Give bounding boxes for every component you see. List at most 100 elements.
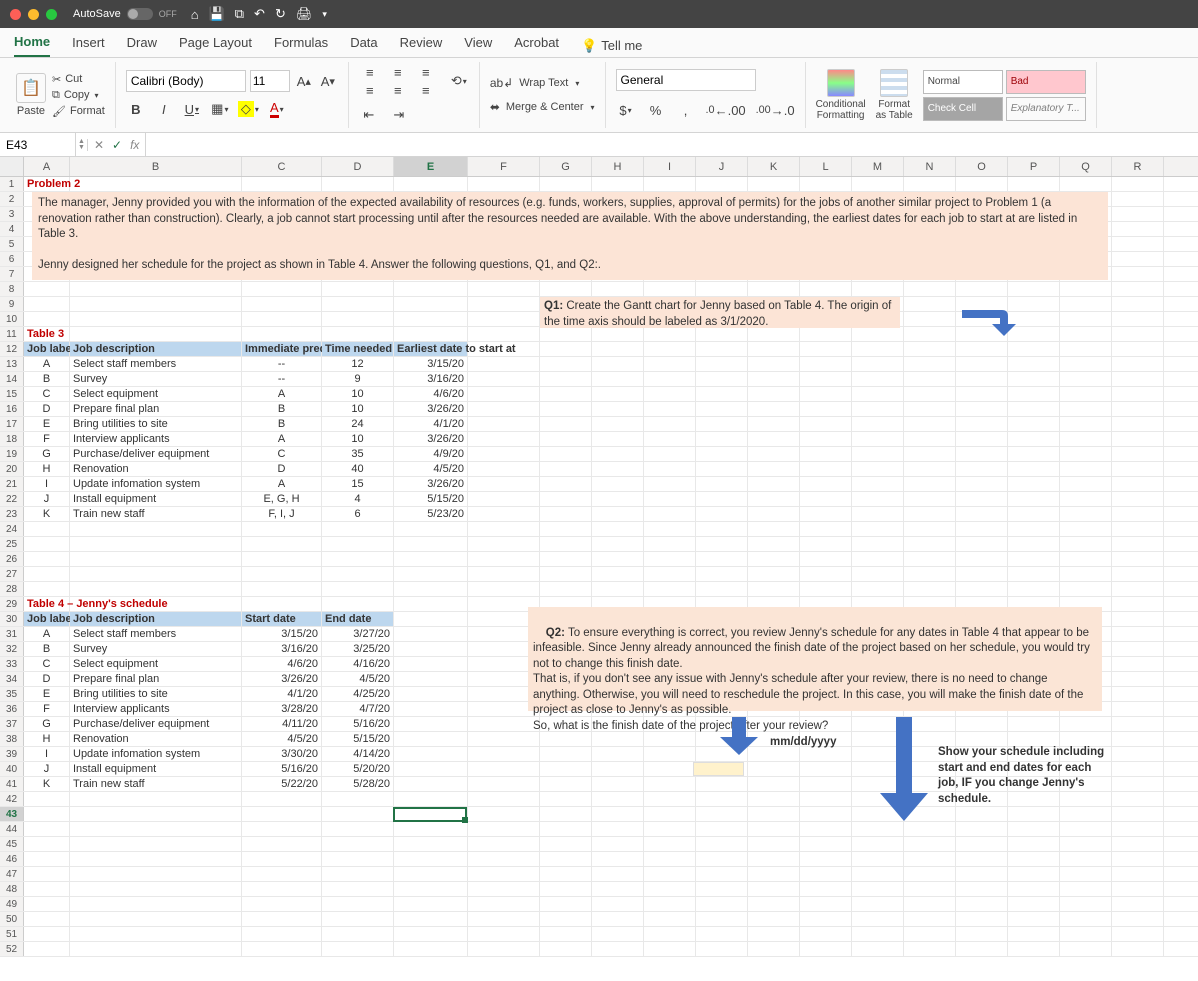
cell-C36[interactable]: 3/28/20: [242, 702, 322, 716]
cell-H52[interactable]: [592, 942, 644, 956]
cell-J43[interactable]: [696, 807, 748, 821]
cell-A42[interactable]: [24, 792, 70, 806]
cell-G23[interactable]: [540, 507, 592, 521]
row-header-27[interactable]: 27: [0, 567, 24, 581]
increase-font-icon[interactable]: A▴: [294, 70, 314, 92]
cell-R29[interactable]: [1112, 597, 1164, 611]
cell-C39[interactable]: 3/30/20: [242, 747, 322, 761]
cell-K26[interactable]: [748, 552, 800, 566]
cell-J22[interactable]: [696, 492, 748, 506]
cell-C17[interactable]: B: [242, 417, 322, 431]
cell-R7[interactable]: [1112, 267, 1164, 281]
cell-J44[interactable]: [696, 822, 748, 836]
cell-H25[interactable]: [592, 537, 644, 551]
cell-D23[interactable]: 6: [322, 507, 394, 521]
cell-G43[interactable]: [540, 807, 592, 821]
cell-I22[interactable]: [644, 492, 696, 506]
row-header-1[interactable]: 1: [0, 177, 24, 191]
decrease-font-icon[interactable]: A▾: [318, 70, 338, 92]
cell-C44[interactable]: [242, 822, 322, 836]
cell-A34[interactable]: D: [24, 672, 70, 686]
cell-C12[interactable]: Immediate predecessor(s): [242, 342, 322, 356]
cell-H19[interactable]: [592, 447, 644, 461]
cell-M46[interactable]: [852, 852, 904, 866]
cell-I26[interactable]: [644, 552, 696, 566]
cell-A17[interactable]: E: [24, 417, 70, 431]
cell-P25[interactable]: [1008, 537, 1060, 551]
cell-C47[interactable]: [242, 867, 322, 881]
cell-F13[interactable]: [468, 357, 540, 371]
cell-I47[interactable]: [644, 867, 696, 881]
cell-H26[interactable]: [592, 552, 644, 566]
cell-D52[interactable]: [322, 942, 394, 956]
cell-C32[interactable]: 3/16/20: [242, 642, 322, 656]
cell-Q24[interactable]: [1060, 522, 1112, 536]
row-header-5[interactable]: 5: [0, 237, 24, 251]
row-header-49[interactable]: 49: [0, 897, 24, 911]
cell-E46[interactable]: [394, 852, 468, 866]
cell-A43[interactable]: [24, 807, 70, 821]
cell-Q48[interactable]: [1060, 882, 1112, 896]
row-header-22[interactable]: 22: [0, 492, 24, 506]
cell-P43[interactable]: [1008, 807, 1060, 821]
cell-R31[interactable]: [1112, 627, 1164, 641]
row-header-32[interactable]: 32: [0, 642, 24, 656]
cell-M19[interactable]: [852, 447, 904, 461]
cell-A44[interactable]: [24, 822, 70, 836]
cell-E40[interactable]: [394, 762, 468, 776]
cell-D9[interactable]: [322, 297, 394, 311]
row-header-37[interactable]: 37: [0, 717, 24, 731]
cell-E11[interactable]: [394, 327, 468, 341]
cell-F40[interactable]: [468, 762, 540, 776]
tab-draw[interactable]: Draw: [127, 35, 157, 56]
cell-G15[interactable]: [540, 387, 592, 401]
row-header-25[interactable]: 25: [0, 537, 24, 551]
cell-Q43[interactable]: [1060, 807, 1112, 821]
cell-A20[interactable]: H: [24, 462, 70, 476]
cell-B8[interactable]: [70, 282, 242, 296]
cell-D17[interactable]: 24: [322, 417, 394, 431]
cell-D25[interactable]: [322, 537, 394, 551]
cell-P46[interactable]: [1008, 852, 1060, 866]
cell-C46[interactable]: [242, 852, 322, 866]
cell-E19[interactable]: 4/9/20: [394, 447, 468, 461]
col-E[interactable]: E: [394, 157, 468, 176]
minimize-window[interactable]: [28, 9, 39, 20]
cell-E10[interactable]: [394, 312, 468, 326]
cell-P23[interactable]: [1008, 507, 1060, 521]
cell-F28[interactable]: [468, 582, 540, 596]
row-header-51[interactable]: 51: [0, 927, 24, 941]
cell-B33[interactable]: Select equipment: [70, 657, 242, 671]
cell-I43[interactable]: [644, 807, 696, 821]
cell-B12[interactable]: Job description: [70, 342, 242, 356]
cell-F12[interactable]: [468, 342, 540, 356]
cell-J18[interactable]: [696, 432, 748, 446]
cell-K42[interactable]: [748, 792, 800, 806]
style-check-cell[interactable]: Check Cell: [923, 97, 1003, 121]
cell-F50[interactable]: [468, 912, 540, 926]
cell-E38[interactable]: [394, 732, 468, 746]
cell-D42[interactable]: [322, 792, 394, 806]
cell-L44[interactable]: [800, 822, 852, 836]
home-icon[interactable]: ⌂: [191, 7, 199, 22]
cell-R12[interactable]: [1112, 342, 1164, 356]
cell-I18[interactable]: [644, 432, 696, 446]
cell-F27[interactable]: [468, 567, 540, 581]
formula-input[interactable]: [146, 133, 1198, 156]
cell-R8[interactable]: [1112, 282, 1164, 296]
cell-Q51[interactable]: [1060, 927, 1112, 941]
cell-E26[interactable]: [394, 552, 468, 566]
cell-O44[interactable]: [956, 822, 1008, 836]
row-header-7[interactable]: 7: [0, 267, 24, 281]
cell-M23[interactable]: [852, 507, 904, 521]
cell-E18[interactable]: 3/26/20: [394, 432, 468, 446]
cell-B30[interactable]: Job description: [70, 612, 242, 626]
cell-G19[interactable]: [540, 447, 592, 461]
row-header-42[interactable]: 42: [0, 792, 24, 806]
cell-M17[interactable]: [852, 417, 904, 431]
font-color-button[interactable]: A▾: [267, 98, 287, 120]
col-O[interactable]: O: [956, 157, 1008, 176]
row-header-19[interactable]: 19: [0, 447, 24, 461]
cell-M45[interactable]: [852, 837, 904, 851]
cell-J27[interactable]: [696, 567, 748, 581]
